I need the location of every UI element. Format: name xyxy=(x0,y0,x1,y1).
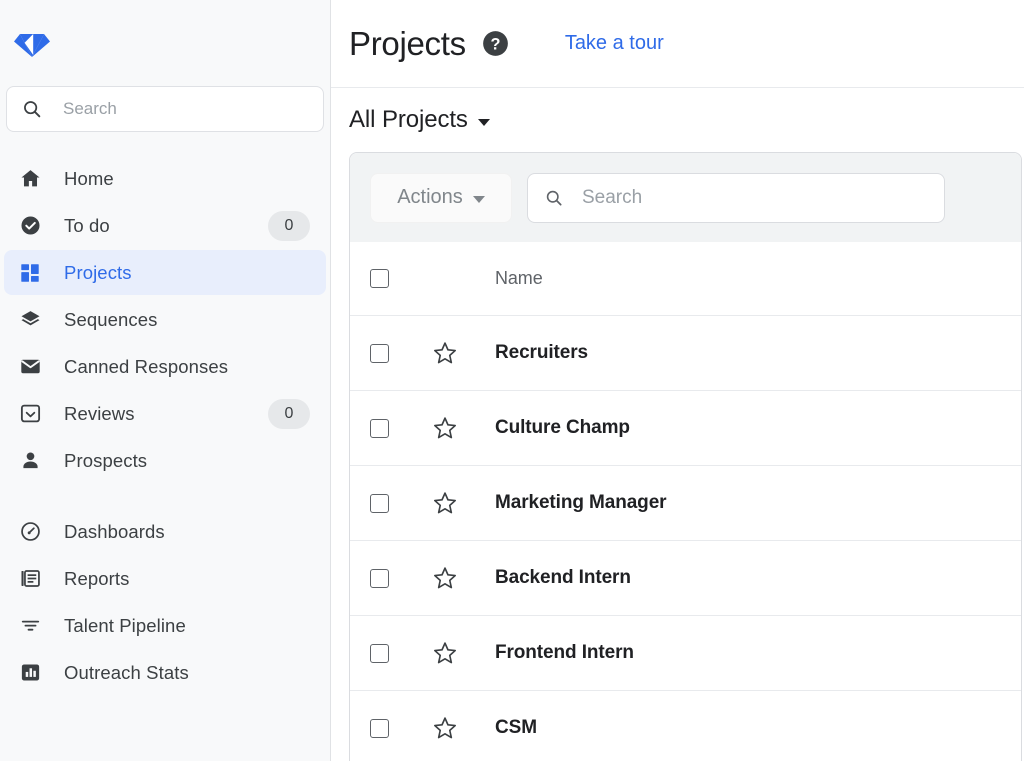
app-root: Home To do 0 xyxy=(0,0,1024,761)
check-circle-icon xyxy=(18,214,42,238)
project-name: Frontend Intern xyxy=(495,642,634,663)
chevron-down-icon xyxy=(472,196,485,203)
to-do-count-badge: 0 xyxy=(268,210,310,241)
filter-bar: All Projects xyxy=(331,88,1024,152)
projects-table: Name Recruiters Culture Champ Marketing … xyxy=(350,242,1021,761)
sidebar-item-reports[interactable]: Reports xyxy=(4,556,326,601)
row-checkbox[interactable] xyxy=(370,643,389,663)
diamond-gem-logo-icon[interactable] xyxy=(10,21,54,65)
nav-group-analytics: Dashboards Reports Talent Pipeline Outre… xyxy=(0,509,330,695)
page-title: Projects xyxy=(349,24,466,62)
star-icon[interactable] xyxy=(432,490,458,516)
table-search[interactable] xyxy=(527,172,945,223)
main-content: Projects ? Take a tour All Projects Acti… xyxy=(331,0,1024,761)
sidebar-item-home[interactable]: Home xyxy=(4,156,326,201)
sidebar: Home To do 0 xyxy=(0,0,331,761)
all-projects-dropdown[interactable]: All Projects xyxy=(349,106,490,134)
sidebar-search-input[interactable] xyxy=(61,98,309,120)
sidebar-item-label: Dashboards xyxy=(64,520,165,542)
table-row[interactable]: Marketing Manager xyxy=(350,466,1021,541)
sidebar-item-canned-responses[interactable]: Canned Responses xyxy=(4,344,326,389)
table-row[interactable]: CSM xyxy=(350,691,1021,761)
person-icon xyxy=(18,449,42,473)
search-icon xyxy=(546,190,562,206)
star-icon[interactable] xyxy=(432,340,458,366)
sidebar-item-outreach-stats[interactable]: Outreach Stats xyxy=(4,650,326,695)
layers-icon xyxy=(18,308,42,332)
row-checkbox[interactable] xyxy=(370,568,389,588)
sidebar-item-to-do[interactable]: To do 0 xyxy=(4,203,326,248)
row-checkbox[interactable] xyxy=(370,418,389,438)
project-name: Marketing Manager xyxy=(495,492,667,513)
table-toolbar: Actions xyxy=(350,153,1021,242)
project-name: CSM xyxy=(495,717,537,738)
project-name: Backend Intern xyxy=(495,567,631,588)
projects-card: Actions Name xyxy=(349,152,1022,761)
sidebar-item-projects[interactable]: Projects xyxy=(4,250,326,295)
sidebar-item-prospects[interactable]: Prospects xyxy=(4,438,326,483)
star-icon[interactable] xyxy=(432,640,458,666)
row-checkbox[interactable] xyxy=(370,493,389,513)
actions-button-label: Actions xyxy=(397,186,463,208)
sidebar-nav: Home To do 0 Projects Sequences Canned R… xyxy=(0,132,330,695)
chevron-down-icon xyxy=(477,118,490,126)
actions-button[interactable]: Actions xyxy=(370,172,512,223)
sidebar-search[interactable] xyxy=(6,86,324,132)
table-row[interactable]: Backend Intern xyxy=(350,541,1021,616)
nav-group-primary: Home To do 0 Projects Sequences Canned R… xyxy=(0,156,330,483)
home-icon xyxy=(18,167,42,191)
row-checkbox[interactable] xyxy=(370,343,389,363)
sidebar-item-sequences[interactable]: Sequences xyxy=(4,297,326,342)
logo-area xyxy=(0,0,330,86)
table-row[interactable]: Recruiters xyxy=(350,316,1021,391)
sidebar-item-talent-pipeline[interactable]: Talent Pipeline xyxy=(4,603,326,648)
table-search-input[interactable] xyxy=(580,185,928,210)
sidebar-item-label: Projects xyxy=(64,261,132,283)
sidebar-item-label: Home xyxy=(64,167,114,189)
sidebar-item-label: Reviews xyxy=(64,402,135,424)
sidebar-item-label: To do xyxy=(64,214,110,236)
sidebar-item-label: Talent Pipeline xyxy=(64,614,186,636)
project-name: Culture Champ xyxy=(495,417,630,438)
star-icon[interactable] xyxy=(432,415,458,441)
speedometer-icon xyxy=(18,520,42,544)
filter-icon xyxy=(18,614,42,638)
page-header: Projects ? Take a tour xyxy=(331,0,1024,88)
table-header-row: Name xyxy=(350,242,1021,316)
take-a-tour-link[interactable]: Take a tour xyxy=(565,32,664,55)
help-circle-icon[interactable]: ? xyxy=(482,30,509,57)
table-row[interactable]: Culture Champ xyxy=(350,391,1021,466)
star-icon[interactable] xyxy=(432,715,458,741)
sidebar-item-dashboards[interactable]: Dashboards xyxy=(4,509,326,554)
project-name: Recruiters xyxy=(495,342,588,363)
sidebar-item-label: Outreach Stats xyxy=(64,661,189,683)
row-checkbox[interactable] xyxy=(370,718,389,738)
table-row[interactable]: Frontend Intern xyxy=(350,616,1021,691)
select-all-checkbox[interactable] xyxy=(370,269,389,288)
sidebar-item-label: Prospects xyxy=(64,449,148,471)
sidebar-item-label: Reports xyxy=(64,567,130,589)
sidebar-item-reviews[interactable]: Reviews 0 xyxy=(4,391,326,436)
reviews-count-badge: 0 xyxy=(268,398,310,429)
all-projects-dropdown-label: All Projects xyxy=(349,106,468,133)
grid-squares-icon xyxy=(18,261,42,285)
envelope-icon xyxy=(18,355,42,379)
bar-chart-icon xyxy=(18,661,42,685)
sidebar-item-label: Canned Responses xyxy=(64,355,229,377)
inbox-icon xyxy=(18,402,42,426)
svg-text:?: ? xyxy=(490,35,500,53)
search-icon xyxy=(24,101,41,118)
column-header-name: Name xyxy=(495,268,543,288)
star-icon[interactable] xyxy=(432,565,458,591)
sidebar-item-label: Sequences xyxy=(64,308,158,330)
document-icon xyxy=(18,567,42,591)
